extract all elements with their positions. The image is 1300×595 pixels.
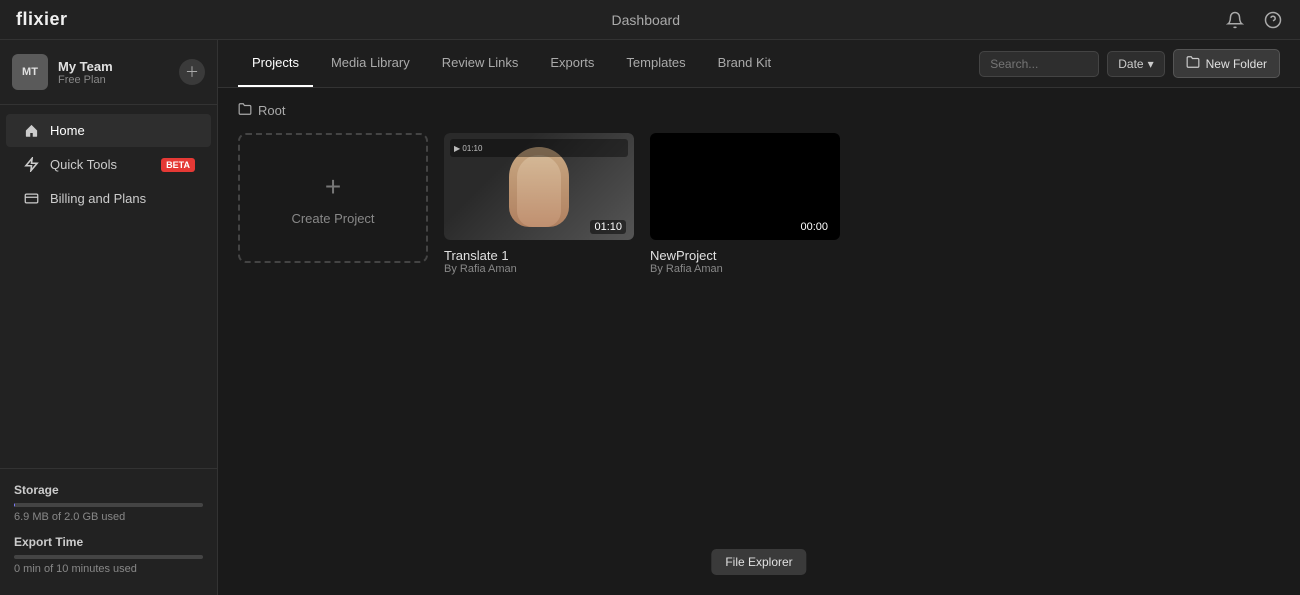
sidebar-item-home[interactable]: Home (6, 114, 211, 147)
project-title-translate1: Translate 1 (444, 248, 634, 263)
export-time-label: Export Time (14, 535, 203, 549)
team-settings-button[interactable]: ＋ (179, 59, 205, 85)
content-body: Root + Create Project (218, 88, 1300, 595)
tab-review-links[interactable]: Review Links (428, 40, 533, 87)
sidebar-item-quick-tools[interactable]: Quick Tools beta (6, 148, 211, 181)
projects-grid: + Create Project (238, 133, 1280, 275)
project-thumbnail-translate1: ▶ 01:10 01:10 (444, 133, 634, 240)
team-name: My Team (58, 59, 169, 74)
chevron-down-icon: ▾ (1148, 57, 1154, 71)
quick-tools-label: Quick Tools (50, 157, 151, 172)
team-section: MT My Team Free Plan ＋ (0, 40, 217, 105)
file-explorer-label: File Explorer (725, 555, 792, 569)
project-card-translate1[interactable]: ▶ 01:10 01:10 Translate 1 By Rafia Aman (444, 133, 634, 275)
storage-progress-fill (14, 503, 15, 507)
tab-toolbar: Date ▾ New Folder (979, 49, 1280, 78)
search-input[interactable] (979, 51, 1099, 77)
project-author-translate1: By Rafia Aman (444, 263, 634, 275)
content-area: Projects Media Library Review Links Expo… (218, 40, 1300, 595)
beta-badge: beta (161, 158, 195, 172)
tab-projects[interactable]: Projects (238, 40, 313, 87)
quick-tools-icon (22, 157, 40, 172)
team-plan: Free Plan (58, 74, 169, 86)
new-folder-button[interactable]: New Folder (1173, 49, 1280, 78)
date-label: Date (1118, 57, 1143, 71)
breadcrumb: Root (238, 102, 1280, 119)
project-duration-translate1: 01:10 (590, 220, 626, 234)
breadcrumb-root-label: Root (258, 103, 285, 118)
home-label: Home (50, 123, 195, 138)
create-project-label: Create Project (291, 211, 374, 226)
nav-section: Home Quick Tools beta Billing (0, 105, 217, 468)
project-author-newproject: By Rafia Aman (650, 263, 840, 275)
project-thumbnail-newproject: 00:00 (650, 133, 840, 240)
home-icon (22, 123, 40, 138)
billing-icon (22, 191, 40, 206)
create-project-card[interactable]: + Create Project (238, 133, 428, 263)
team-info: My Team Free Plan (58, 59, 169, 86)
topbar-actions (1224, 9, 1284, 31)
project-title-newproject: NewProject (650, 248, 840, 263)
file-explorer-tooltip: File Explorer (711, 549, 806, 575)
content-wrapper: Projects Media Library Review Links Expo… (218, 40, 1300, 595)
date-filter-button[interactable]: Date ▾ (1107, 51, 1164, 77)
billing-label: Billing and Plans (50, 191, 195, 206)
create-plus-icon: + (325, 171, 341, 203)
project-card-newproject[interactable]: 00:00 NewProject By Rafia Aman (650, 133, 840, 275)
topbar: flixier Dashboard (0, 0, 1300, 40)
team-avatar: MT (12, 54, 48, 90)
tabs-bar: Projects Media Library Review Links Expo… (218, 40, 1300, 88)
new-folder-label: New Folder (1206, 57, 1267, 71)
app-logo: flixier (16, 9, 68, 30)
sidebar: MT My Team Free Plan ＋ Home (0, 40, 218, 595)
tab-exports[interactable]: Exports (536, 40, 608, 87)
export-progress (14, 555, 203, 559)
export-detail: 0 min of 10 minutes used (14, 563, 203, 575)
sidebar-item-billing[interactable]: Billing and Plans (6, 182, 211, 215)
help-icon[interactable] (1262, 9, 1284, 31)
topbar-title: Dashboard (612, 12, 681, 28)
storage-detail: 6.9 MB of 2.0 GB used (14, 511, 203, 523)
sidebar-footer: Storage 6.9 MB of 2.0 GB used Export Tim… (0, 468, 217, 595)
breadcrumb-folder-icon (238, 102, 252, 119)
main-layout: MT My Team Free Plan ＋ Home (0, 40, 1300, 595)
folder-icon (1186, 55, 1200, 72)
tab-templates[interactable]: Templates (612, 40, 699, 87)
notification-icon[interactable] (1224, 9, 1246, 31)
project-duration-newproject: 00:00 (796, 220, 832, 234)
tab-brand-kit[interactable]: Brand Kit (704, 40, 785, 87)
storage-label: Storage (14, 483, 203, 497)
storage-progress (14, 503, 203, 507)
tab-media-library[interactable]: Media Library (317, 40, 424, 87)
